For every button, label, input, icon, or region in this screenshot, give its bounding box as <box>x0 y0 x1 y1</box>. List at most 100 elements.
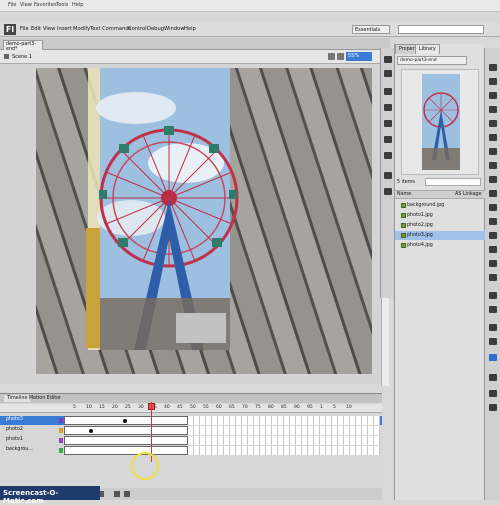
empty-frames[interactable] <box>188 446 380 455</box>
components-icon[interactable] <box>384 172 392 179</box>
library-item[interactable]: photo4.jpg <box>395 241 485 250</box>
layer-row[interactable]: photo1 <box>0 436 382 445</box>
menu-view[interactable]: View <box>43 26 55 32</box>
back-arrow-icon[interactable] <box>4 54 9 59</box>
layer-color-swatch[interactable] <box>59 428 63 433</box>
menu-file[interactable]: File <box>20 26 29 32</box>
tab-library[interactable]: Library <box>415 44 440 54</box>
selection-tool-icon[interactable] <box>489 64 497 71</box>
lasso-tool-icon[interactable] <box>489 120 497 127</box>
library-search-input[interactable] <box>425 178 481 186</box>
deco-tool-icon[interactable] <box>489 218 497 225</box>
os-menu-help[interactable]: Help <box>72 2 83 8</box>
align-icon[interactable] <box>384 120 392 127</box>
center-frame-icon[interactable] <box>114 491 120 497</box>
library-icon[interactable] <box>384 70 392 77</box>
column-as-linkage[interactable]: AS Linkage <box>455 192 482 197</box>
properties-icon[interactable] <box>384 56 392 63</box>
layer-color-swatch[interactable] <box>59 438 63 443</box>
eraser-tool-icon[interactable] <box>489 274 497 281</box>
library-item[interactable]: background.jpg <box>395 201 485 210</box>
hand-tool-icon[interactable] <box>489 292 497 299</box>
empty-frames[interactable] <box>188 416 380 425</box>
os-menu-file[interactable]: File <box>8 2 16 8</box>
fill-color-icon[interactable] <box>489 338 497 345</box>
paint-bucket-tool-icon[interactable] <box>489 246 497 253</box>
layer-frame-span[interactable] <box>64 436 188 445</box>
layer-frame-span[interactable] <box>64 446 188 455</box>
rectangle-tool-icon[interactable] <box>489 176 497 183</box>
tab-motion-editor[interactable]: Motion Editor <box>26 395 64 402</box>
layer-row[interactable]: photo2 <box>0 426 382 435</box>
menu-insert[interactable]: Insert <box>57 26 72 32</box>
snap-to-objects-icon[interactable] <box>489 374 497 381</box>
layer-name[interactable]: photo2 <box>6 427 36 432</box>
library-item[interactable]: photo1.jpg <box>395 211 485 220</box>
timeline-panel: Timeline Motion Editor 5 10 15 20 25 30 … <box>0 393 382 500</box>
menu-debug[interactable]: Debug <box>147 26 164 32</box>
keyframe-dot[interactable] <box>123 419 127 423</box>
empty-frames[interactable] <box>188 436 380 445</box>
bitmap-icon <box>401 243 406 248</box>
swap-colors-icon[interactable] <box>489 354 497 361</box>
layer-color-swatch[interactable] <box>59 418 63 423</box>
layer-name[interactable]: photo1 <box>6 437 36 442</box>
layer-frame-span[interactable] <box>64 426 188 435</box>
zoom-select[interactable]: 55% <box>346 52 372 61</box>
subselection-tool-icon[interactable] <box>489 78 497 85</box>
free-transform-tool-icon[interactable] <box>489 92 497 99</box>
onion-skin-icon[interactable] <box>124 491 130 497</box>
library-document-select[interactable]: demo-part3-end <box>397 56 467 65</box>
scene-label[interactable]: Scene 1 <box>12 54 32 60</box>
layer-name[interactable]: backgrou... <box>6 447 36 452</box>
brush-tool-icon[interactable] <box>489 204 497 211</box>
info-icon[interactable] <box>384 136 392 143</box>
bone-tool-icon[interactable] <box>489 232 497 239</box>
library-item[interactable]: photo2.jpg <box>395 221 485 230</box>
stage-artwork <box>36 68 372 374</box>
os-menu-view[interactable]: View <box>20 2 32 8</box>
layer-row[interactable]: backgrou... <box>0 446 382 455</box>
library-item-selected[interactable]: photo3.jpg <box>395 231 485 240</box>
empty-frames[interactable] <box>188 426 380 435</box>
line-tool-icon[interactable] <box>489 162 497 169</box>
edit-scene-icon[interactable] <box>328 53 335 60</box>
workspace-switcher[interactable]: Essentials <box>352 25 390 34</box>
os-menu-favorites[interactable]: Favorites <box>34 2 57 8</box>
help-search-input[interactable] <box>398 25 484 34</box>
eyedropper-tool-icon[interactable] <box>489 260 497 267</box>
menu-edit[interactable]: Edit <box>31 26 41 32</box>
preview-wheel-image <box>422 74 460 170</box>
layer-name[interactable]: photo3 <box>6 417 36 422</box>
menu-modify[interactable]: Modify <box>73 26 90 32</box>
layer-color-swatch[interactable] <box>59 448 63 453</box>
frame-ruler[interactable]: 5 10 15 20 25 30 35 40 45 50 55 60 65 70… <box>0 404 382 413</box>
document-tab-bar: demo-part3-end* <box>0 38 390 52</box>
zoom-tool-icon[interactable] <box>489 306 497 313</box>
stroke-color-icon[interactable] <box>489 324 497 331</box>
pen-tool-icon[interactable] <box>489 134 497 141</box>
menu-text[interactable]: Text <box>90 26 101 32</box>
edit-symbol-icon[interactable] <box>337 53 344 60</box>
layer-frame-span[interactable] <box>64 416 188 425</box>
motion-presets-icon[interactable] <box>384 188 392 195</box>
document-tab[interactable]: demo-part3-end* <box>3 40 43 52</box>
menu-control[interactable]: Control <box>128 26 147 32</box>
menu-window[interactable]: Window <box>164 26 184 32</box>
stage-canvas[interactable] <box>36 68 372 374</box>
menu-commands[interactable]: Commands <box>102 26 131 32</box>
layer-row[interactable]: photo3 <box>0 416 382 425</box>
column-name[interactable]: Name <box>397 192 411 197</box>
smooth-icon[interactable] <box>489 390 497 397</box>
text-tool-icon[interactable] <box>489 148 497 155</box>
keyframe-dot[interactable] <box>89 429 93 433</box>
menu-help[interactable]: Help <box>184 26 196 32</box>
swatches-icon[interactable] <box>384 104 392 111</box>
pencil-tool-icon[interactable] <box>489 190 497 197</box>
3d-rotation-tool-icon[interactable] <box>489 106 497 113</box>
color-icon[interactable] <box>384 88 392 95</box>
os-menu-tools[interactable]: Tools <box>56 2 68 8</box>
transform-icon[interactable] <box>384 152 392 159</box>
straighten-icon[interactable] <box>489 404 497 411</box>
wonder-wheel-photo[interactable] <box>96 68 239 350</box>
